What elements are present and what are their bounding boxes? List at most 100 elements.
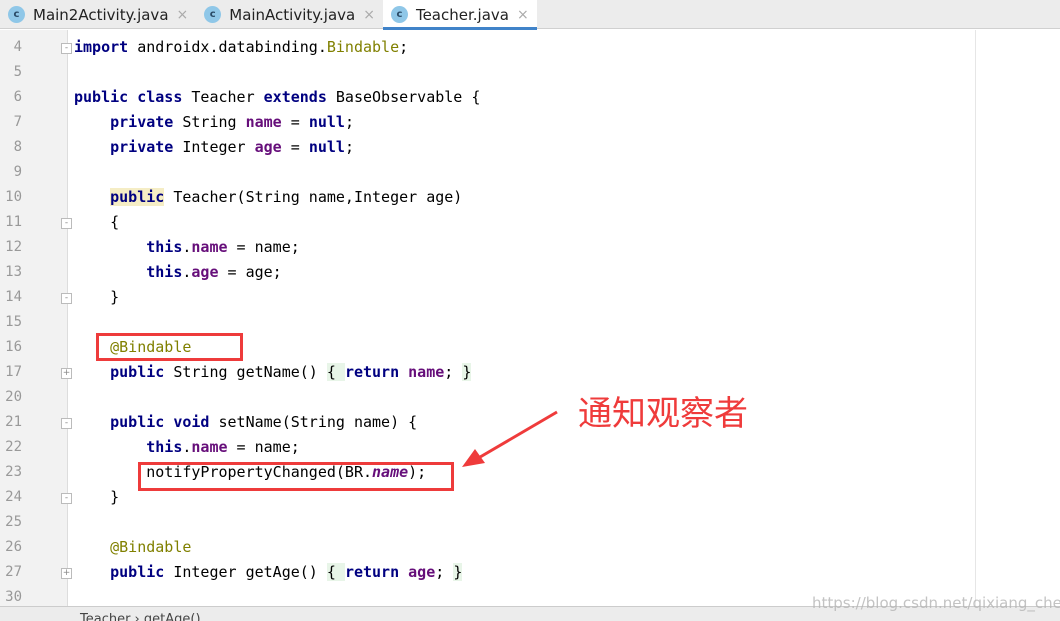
code-token: ; [344, 113, 354, 131]
code-line: 13 this.age = age; [0, 260, 975, 285]
code-line: 11 - { [0, 210, 975, 235]
line-number: 24 [5, 489, 22, 505]
line-number: 26 [5, 539, 22, 555]
line-number: 14 [5, 289, 22, 305]
code-token: Teacher(String name,Integer age) [164, 188, 463, 206]
annotation-text: 通知观察者 [578, 394, 748, 434]
code-token: private [110, 113, 174, 131]
line-number: 11 [5, 214, 22, 230]
code-token: class [137, 88, 183, 106]
line-number: 13 [5, 264, 22, 280]
code-token: ; [435, 563, 454, 581]
close-icon[interactable]: × [177, 7, 189, 23]
code-token: } [74, 288, 120, 306]
code-token: = age; [218, 263, 282, 281]
code-token: public [110, 413, 165, 431]
tab-teacher-java[interactable]: c Teacher.java × [382, 0, 537, 30]
code-token: { [326, 363, 345, 381]
fold-collapse-icon[interactable]: - [61, 293, 72, 304]
code-token: @Bindable [110, 538, 192, 556]
code-token: = name; [227, 438, 300, 456]
code-token: } [462, 363, 472, 381]
class-icon: c [390, 6, 408, 23]
code-line: 27 + public Integer getAge() { return age… [0, 560, 975, 585]
code-token: = name; [227, 238, 300, 256]
code-token: ; [444, 363, 463, 381]
line-number: 23 [5, 464, 22, 480]
breadcrumb[interactable]: Teacher › getAge() [80, 612, 201, 621]
class-icon: c [8, 6, 25, 23]
line-number: 7 [13, 114, 22, 130]
fold-collapse-icon[interactable]: - [61, 493, 72, 504]
line-number: 22 [5, 439, 22, 455]
line-number: 10 [5, 189, 22, 205]
code-line: 12 this.name = name; [0, 235, 975, 260]
code-line: 25 [0, 510, 975, 535]
tab-main2activity-java[interactable]: c Main2Activity.java × [0, 0, 196, 29]
class-icon: c [204, 6, 222, 23]
code-token: androidx.databinding. [128, 38, 327, 56]
code-token: public [74, 88, 129, 106]
code-line: 26 @Bindable [0, 535, 975, 560]
line-number: 8 [13, 139, 22, 155]
line-number: 15 [5, 314, 22, 330]
code-line: 6 public class Teacher extends BaseObserv… [0, 85, 975, 110]
line-number: 17 [5, 364, 22, 380]
code-token: ; [344, 138, 354, 156]
code-token: name [191, 438, 228, 456]
code-line: 8 private Integer age = null; [0, 135, 975, 160]
fold-collapse-icon[interactable]: - [61, 418, 72, 429]
code-line: 7 private String name = null; [0, 110, 975, 135]
fold-expand-icon[interactable]: + [61, 368, 72, 379]
code-token: public [110, 363, 165, 381]
code-token: return [344, 563, 400, 581]
code-line: 15 [0, 310, 975, 335]
line-number: 5 [13, 64, 22, 80]
code-token: String getName() [164, 363, 327, 381]
line-number: 12 [5, 239, 22, 255]
tab-mainactivity-java[interactable]: c MainActivity.java × [196, 0, 383, 29]
line-number: 21 [5, 414, 22, 430]
fold-collapse-icon[interactable]: - [61, 218, 72, 229]
editor-tabs: c Main2Activity.java × c MainActivity.java × c… [0, 0, 1060, 30]
code-line: 14 - } [0, 285, 975, 310]
code-token: } [74, 488, 120, 506]
close-icon[interactable]: × [517, 7, 529, 23]
right-margin-guide [975, 30, 976, 606]
code-token: return [344, 363, 400, 381]
code-token: private [110, 138, 174, 156]
code-token: Teacher [182, 88, 264, 106]
code-line: 4 - import androidx.databinding.Bindable; [0, 35, 975, 60]
fold-collapse-icon[interactable]: - [61, 43, 72, 54]
tab-label: Teacher.java [415, 5, 509, 24]
code-line: 5 [0, 60, 975, 85]
code-token: name [408, 363, 445, 381]
code-token: void [173, 413, 210, 431]
code-line: 17 + public String getName() { return nam… [0, 360, 975, 385]
code-token: this [146, 238, 183, 256]
code-token: name [245, 113, 282, 131]
fold-expand-icon[interactable]: + [61, 568, 72, 579]
code-line: 9 [0, 160, 975, 185]
arrow-annotation [462, 410, 558, 467]
watermark: https://blog.csdn.net/qixiang_chen [812, 594, 1060, 612]
tab-label: MainActivity.java [229, 5, 356, 24]
code-token: import [74, 38, 129, 56]
code-token: name [191, 238, 228, 256]
code-token: { [74, 213, 120, 231]
line-number: 4 [13, 39, 22, 55]
code-token: this [146, 263, 183, 281]
code-token: = [281, 113, 309, 131]
code-token: extends [263, 88, 327, 106]
close-icon[interactable]: × [363, 7, 375, 23]
